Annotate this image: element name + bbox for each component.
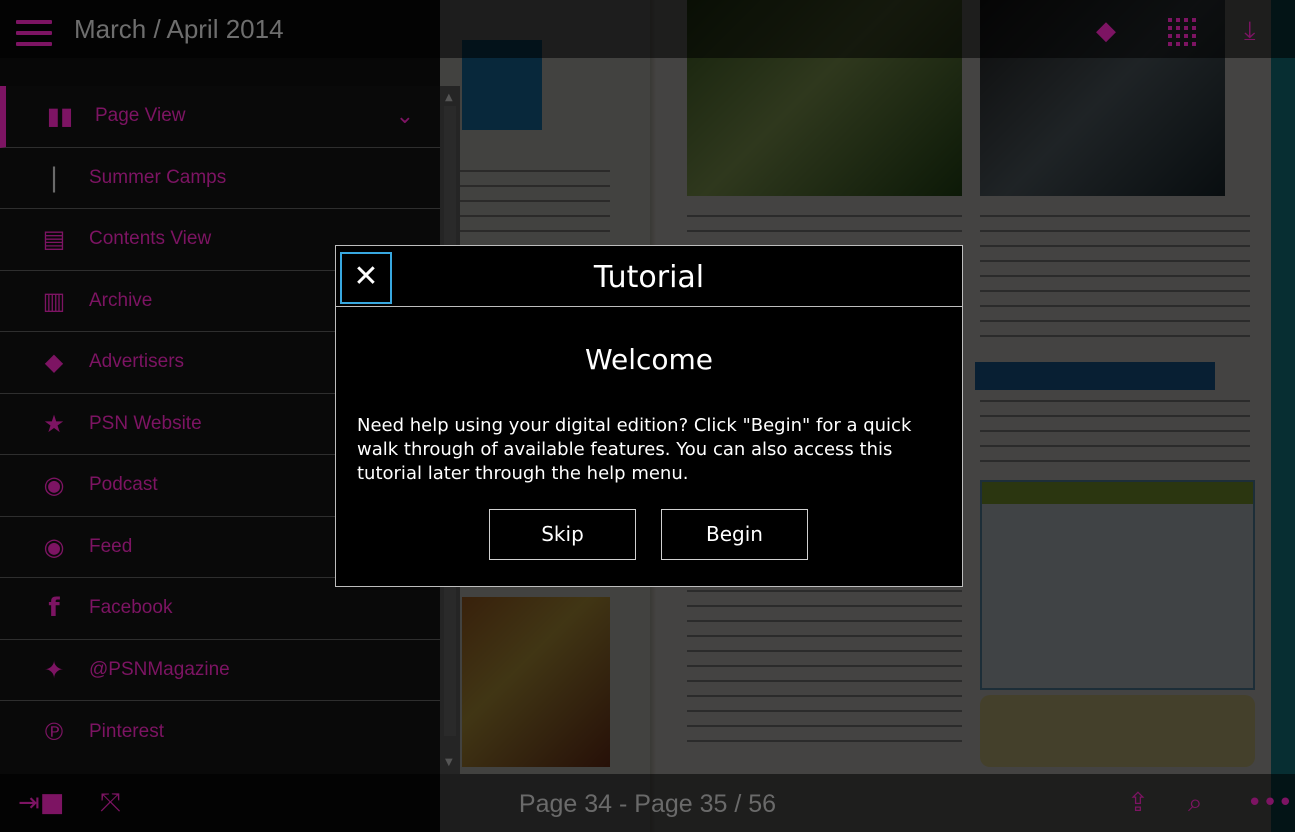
- more-icon[interactable]: •••: [1247, 790, 1293, 816]
- digital-edition-viewer: March / April 2014 ◆ ⤓ ▮▮ Page View ⌄ | …: [0, 0, 1295, 832]
- sidebar-item-label: Pinterest: [89, 720, 164, 742]
- sidebar-item-label: @PSNMagazine: [89, 658, 230, 680]
- sidebar-item-label: Summer Camps: [89, 166, 227, 188]
- share-icon[interactable]: ⇪: [1127, 790, 1149, 816]
- sub-item-bar-icon: |: [49, 162, 59, 193]
- books-icon: ▥: [42, 286, 66, 315]
- sidebar-item-label: Archive: [89, 289, 153, 311]
- star-icon: ★: [43, 409, 65, 438]
- dialog-body-text: Need help using your digital edition? Cl…: [357, 415, 912, 484]
- sidebar-item-label: Contents View: [89, 228, 212, 250]
- scroll-down-icon[interactable]: ▼: [445, 757, 453, 768]
- pinterest-icon: ℗: [42, 717, 66, 746]
- sidebar-item-label: PSN Website: [89, 412, 202, 434]
- skip-button[interactable]: Skip: [489, 509, 636, 560]
- dialog-header: ✕ Tutorial: [336, 246, 962, 307]
- grid-icon[interactable]: [1168, 18, 1196, 46]
- rss-icon: ◉: [43, 471, 65, 500]
- chevron-down-icon[interactable]: ⌄: [396, 104, 414, 129]
- sidebar-item-label: Podcast: [89, 474, 158, 496]
- tag-icon[interactable]: ◆: [1096, 18, 1116, 44]
- top-toolbar: March / April 2014 ◆ ⤓: [0, 0, 1295, 58]
- download-icon[interactable]: ⤓: [1244, 18, 1256, 44]
- sidebar-item-pinterest[interactable]: ℗ Pinterest: [0, 701, 440, 763]
- sidebar-item-facebook[interactable]: f Facebook: [0, 578, 440, 640]
- sidebar-item-twitter[interactable]: ✦ @PSNMagazine: [0, 640, 440, 701]
- begin-button[interactable]: Begin: [661, 509, 808, 560]
- sidebar-item-label: Page View: [95, 105, 186, 127]
- facebook-icon: f: [48, 593, 60, 624]
- sidebar-item-label: Advertisers: [89, 351, 185, 373]
- sidebar-item-label: Facebook: [89, 597, 173, 619]
- tutorial-dialog: ✕ Tutorial Welcome Need help using your …: [335, 245, 963, 587]
- dialog-title: Tutorial: [593, 260, 705, 295]
- menu-icon[interactable]: [16, 20, 52, 48]
- rss-icon: ◉: [43, 532, 65, 561]
- scroll-up-icon[interactable]: ▲: [445, 92, 453, 103]
- tag-icon: ◆: [44, 348, 64, 377]
- list-document-icon: ▤: [42, 225, 66, 254]
- sidebar-item-page-view[interactable]: ▮▮ Page View ⌄: [0, 86, 440, 148]
- page-indicator: Page 34 - Page 35 / 56: [518, 790, 777, 818]
- book-open-icon: ▮▮: [46, 102, 74, 131]
- welcome-heading: Welcome: [584, 343, 714, 376]
- twitter-icon: ✦: [43, 655, 65, 684]
- sidebar-item-label: Feed: [89, 535, 133, 557]
- bottom-toolbar: ⇥■ ⤧ Page 34 - Page 35 / 56 ⇪ ⌕ •••: [0, 774, 1295, 832]
- sidebar-item-summer-camps[interactable]: | Summer Camps: [0, 148, 440, 209]
- issue-title: March / April 2014: [74, 14, 284, 44]
- search-icon[interactable]: ⌕: [1188, 790, 1203, 816]
